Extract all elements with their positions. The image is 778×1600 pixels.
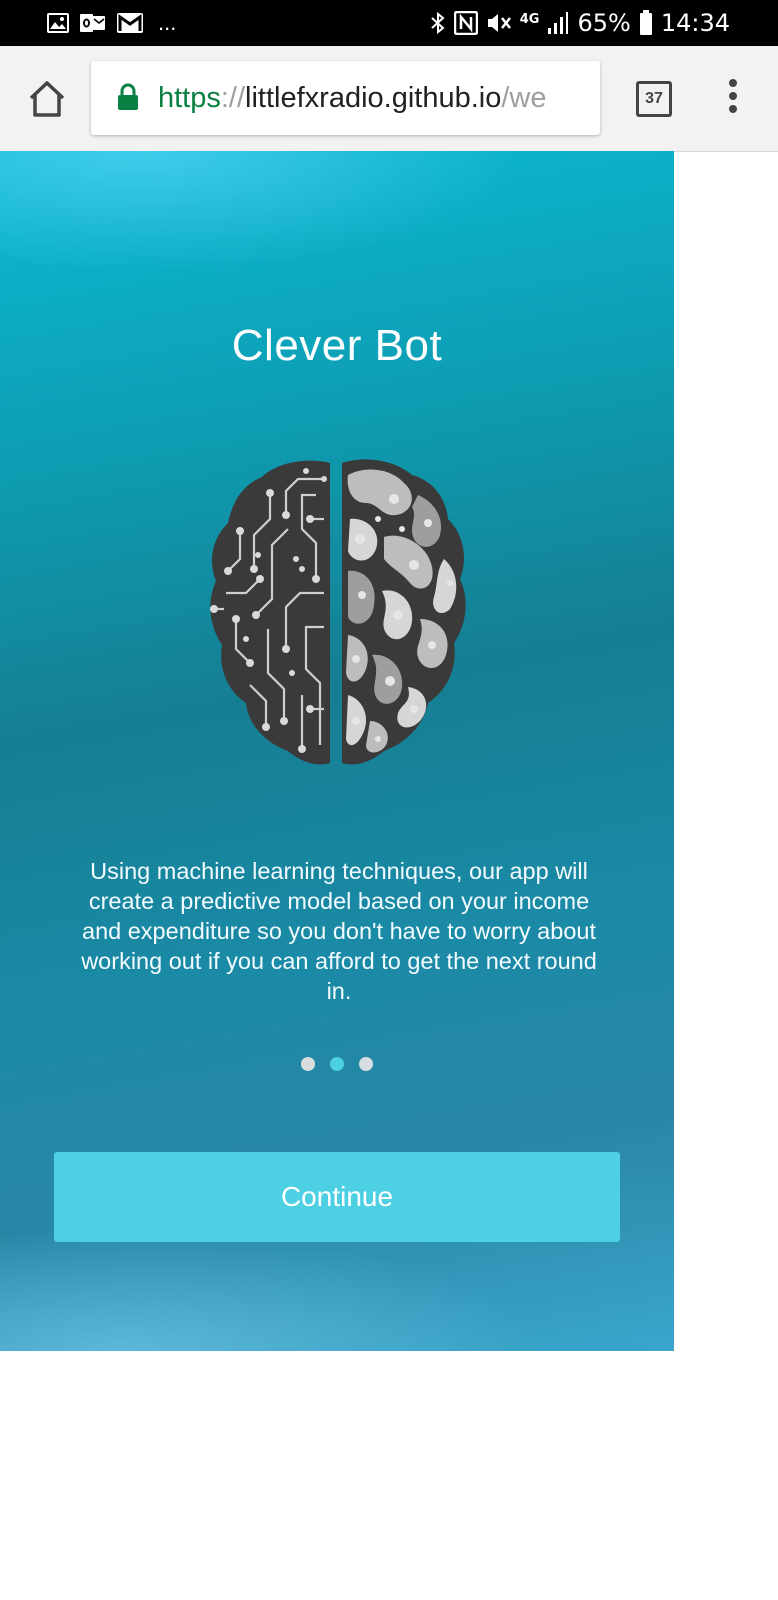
more-notifications-indicator: ... <box>158 10 177 35</box>
url-path: /we <box>501 82 547 114</box>
nfc-icon <box>453 11 478 35</box>
browser-toolbar: https://littlefxradio.github.io/we 37 <box>0 46 778 152</box>
outlook-icon <box>80 14 105 32</box>
brain-icon <box>210 459 466 765</box>
address-bar[interactable]: https://littlefxradio.github.io/we <box>91 61 600 135</box>
notification-icons: ... <box>46 9 176 37</box>
more-vert-icon <box>729 79 737 87</box>
page-title: Clever Bot <box>231 321 443 370</box>
vibrate-icon <box>487 14 511 32</box>
home-icon <box>29 81 65 117</box>
url-text: https://littlefxradio.github.io/we <box>158 81 547 115</box>
gmail-icon <box>117 13 143 33</box>
image-icon <box>47 13 69 33</box>
onboarding-panel: Clever Bot Using machine learning techni… <box>0 151 674 1351</box>
browser-menu-button[interactable] <box>722 76 744 120</box>
lock-icon <box>118 83 138 110</box>
network-type-label: 4G <box>519 11 540 27</box>
tab-switcher-button[interactable]: 37 <box>636 81 672 117</box>
url-scheme: https <box>158 82 221 114</box>
pager-dot-active[interactable] <box>330 1057 344 1071</box>
pager-dots <box>0 1057 674 1071</box>
signal-icon <box>548 12 569 34</box>
pager-dot[interactable] <box>359 1057 373 1071</box>
clock: 14:34 <box>660 9 730 37</box>
system-icons: 4G 65% 14:34 <box>430 8 730 38</box>
battery-icon <box>639 10 652 35</box>
status-bar: ... 4G 65% 14:34 <box>0 0 778 46</box>
pager-dot[interactable] <box>301 1057 315 1071</box>
continue-button[interactable]: Continue <box>54 1152 620 1242</box>
home-button[interactable] <box>24 76 70 122</box>
url-host: littlefxradio.github.io <box>245 82 502 114</box>
onboarding-description: Using machine learning techniques, our a… <box>81 858 597 1004</box>
bluetooth-icon <box>431 11 445 35</box>
url-separator: :// <box>220 82 246 114</box>
battery-percent: 65% <box>577 9 631 37</box>
